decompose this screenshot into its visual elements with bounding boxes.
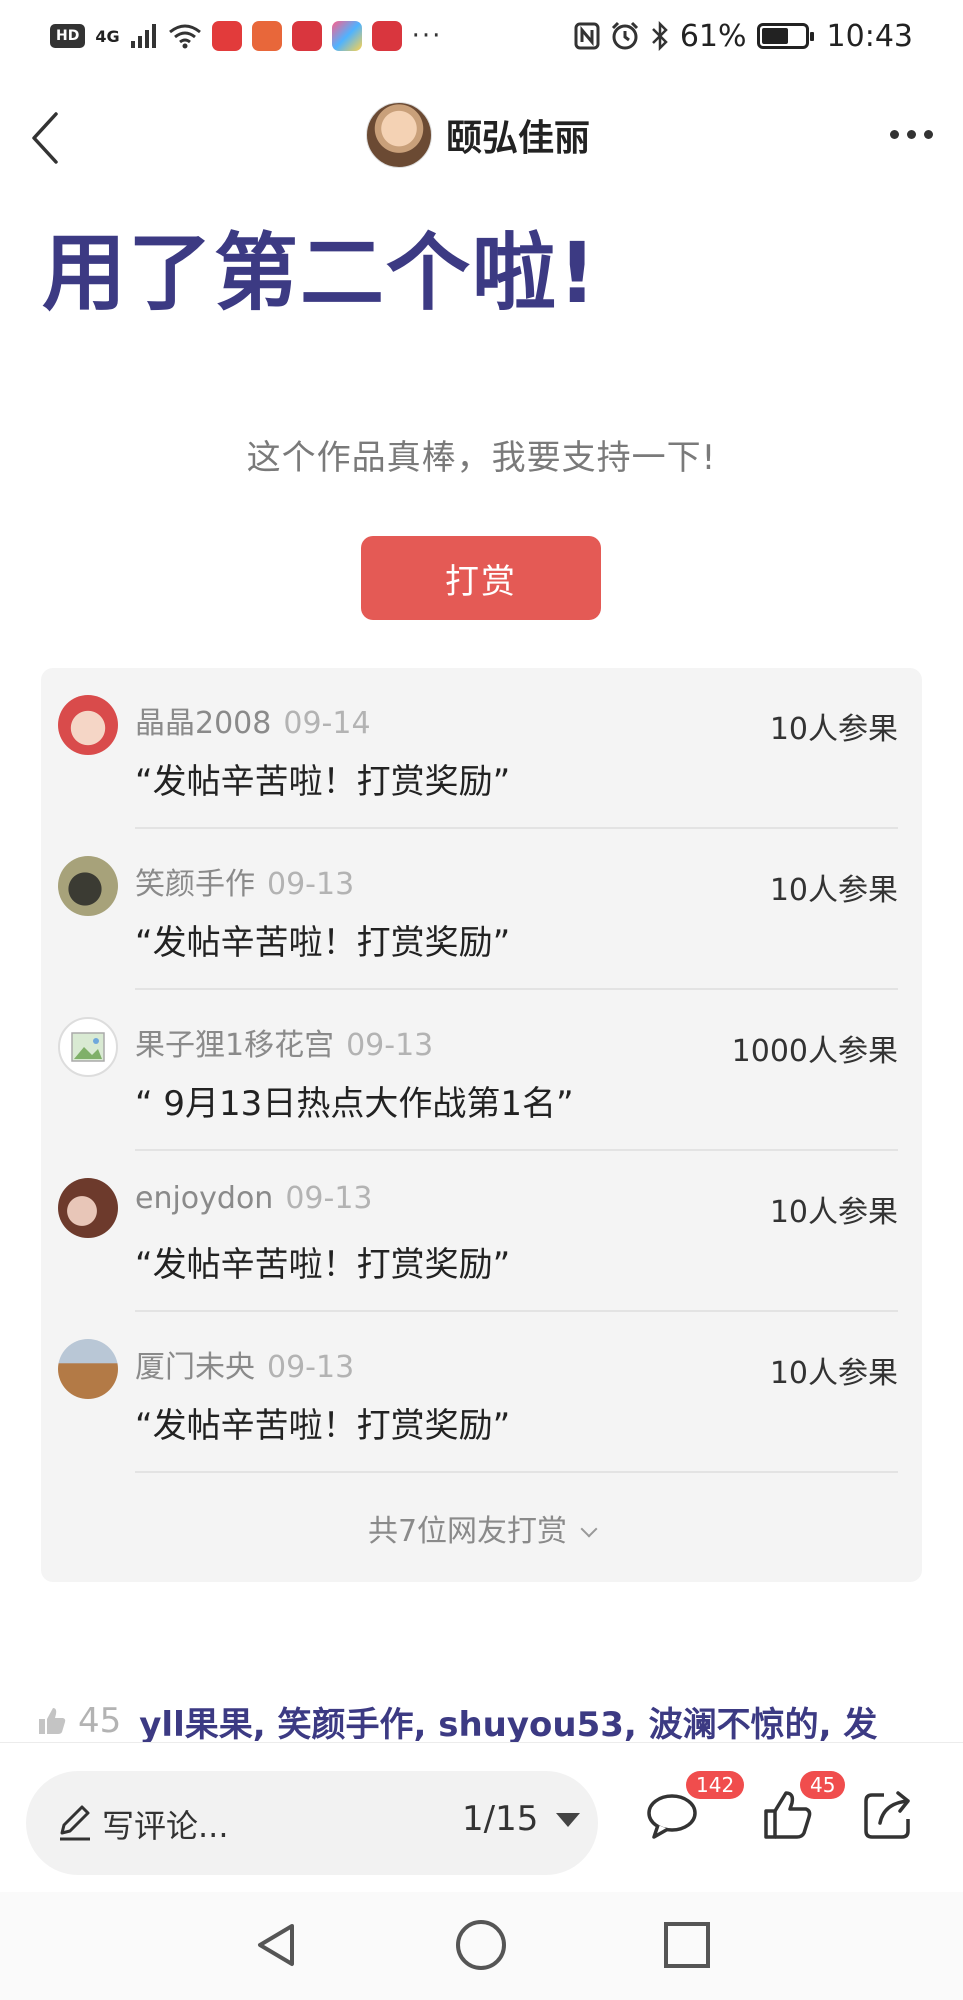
show-all-rewards-link[interactable]: 共7位网友打赏	[41, 1506, 922, 1550]
likers-list[interactable]: yll果果, 笑颜手作, shuyou53, 波澜不惊的, 发	[139, 1697, 877, 1746]
reward-date: 09-13	[267, 867, 355, 902]
user-name[interactable]: enjoydon	[135, 1181, 273, 1216]
battery-icon	[756, 23, 814, 49]
user-avatar[interactable]	[58, 856, 118, 916]
signal-icon	[130, 24, 156, 48]
user-name[interactable]: 笑颜手作	[135, 867, 255, 902]
user-name[interactable]: 厦门未央	[135, 1350, 255, 1385]
post-title: 用了第二个啦!	[42, 224, 599, 322]
user-avatar[interactable]	[58, 1339, 118, 1399]
app-notification-icon	[331, 21, 362, 51]
reward-amount: 10人参果	[769, 712, 898, 747]
status-bar-right: 61% 10:43	[574, 19, 913, 54]
network-indicator: 4G	[95, 26, 120, 46]
reward-row[interactable]: enjoydon 09-13 10人参果 “发帖辛苦啦！打赏奖励”	[41, 1151, 922, 1312]
reward-date: 09-13	[285, 1181, 373, 1216]
divider	[135, 1471, 898, 1473]
comment-count-badge: 142	[686, 1771, 745, 1799]
bluetooth-icon	[651, 21, 668, 51]
caret-down-icon[interactable]	[556, 1813, 580, 1827]
user-avatar[interactable]	[58, 1178, 118, 1238]
reward-amount: 10人参果	[769, 873, 898, 908]
battery-percent: 61%	[679, 18, 747, 54]
reward-message: “发帖辛苦啦！打赏奖励”	[135, 1245, 511, 1285]
nav-home-icon[interactable]	[456, 1920, 506, 1970]
thumbs-up-icon	[39, 1708, 66, 1734]
user-avatar[interactable]	[58, 1017, 118, 1077]
page-indicator[interactable]: 1/15	[462, 1799, 538, 1839]
reward-message: “ 9月13日热点大作战第1名”	[135, 1084, 574, 1124]
alarm-icon	[611, 21, 638, 50]
reward-button[interactable]: 打赏	[361, 536, 601, 620]
author-avatar[interactable]	[366, 102, 432, 168]
reward-date: 09-13	[346, 1028, 434, 1063]
hd-indicator: HD	[50, 24, 86, 48]
user-name[interactable]: 晶晶2008	[135, 706, 271, 741]
broken-image-icon	[71, 1032, 105, 1062]
reward-message: “发帖辛苦啦！打赏奖励”	[135, 923, 511, 963]
app-notification-icon	[251, 21, 282, 51]
likes-summary: 45 yll果果, 笑颜手作, shuyou53, 波澜不惊的, 发	[36, 1696, 936, 1746]
reward-row[interactable]: 晶晶2008 09-14 10人参果 “发帖辛苦啦！打赏奖励”	[41, 668, 922, 829]
reward-amount: 1000人参果	[731, 1034, 898, 1069]
reward-row[interactable]: 厦门未央 09-13 10人参果 “发帖辛苦啦！打赏奖励”	[41, 1312, 922, 1473]
reward-message: “发帖辛苦啦！打赏奖励”	[135, 1406, 511, 1446]
user-avatar[interactable]	[58, 695, 118, 755]
app-notification-icon	[371, 21, 402, 51]
clock: 10:43	[826, 18, 913, 54]
wifi-icon	[168, 24, 201, 49]
reward-date: 09-13	[267, 1350, 355, 1385]
system-nav-bar	[0, 1892, 963, 2000]
reward-row[interactable]: 果子狸1移花宫 09-13 1000人参果 “ 9月13日热点大作战第1名”	[41, 990, 922, 1151]
likes-count: 45	[78, 1701, 122, 1741]
reward-date: 09-14	[283, 706, 371, 741]
post-header: 颐弘佳丽	[0, 90, 963, 180]
more-dots-icon[interactable]	[879, 110, 943, 158]
show-all-rewards-label: 共7位网友打赏	[367, 1514, 568, 1549]
reward-list: 晶晶2008 09-14 10人参果 “发帖辛苦啦！打赏奖励” 笑颜手作 09-13…	[41, 668, 922, 1582]
reward-row[interactable]: 笑颜手作 09-13 10人参果 “发帖辛苦啦！打赏奖励”	[41, 829, 922, 990]
reward-message: “发帖辛苦啦！打赏奖励”	[135, 762, 511, 802]
status-bar-left: HD 4G ···	[50, 21, 442, 51]
app-notification-icon	[291, 21, 322, 51]
comment-placeholder: 写评论...	[102, 1807, 229, 1845]
bottom-action-bar: 写评论... 1/15 142 45	[0, 1742, 963, 1892]
more-notifications: ···	[411, 21, 443, 51]
app-notification-icon	[211, 21, 242, 51]
comment-input[interactable]: 写评论... 1/15	[26, 1771, 598, 1875]
user-name[interactable]: 果子狸1移花宫	[135, 1028, 334, 1063]
author-name[interactable]: 颐弘佳丽	[446, 109, 590, 161]
back-arrow-icon[interactable]	[22, 108, 72, 168]
support-text: 这个作品真棒，我要支持一下!	[246, 438, 717, 478]
reward-amount: 10人参果	[769, 1356, 898, 1391]
like-count-badge: 45	[800, 1771, 846, 1799]
nav-recents-icon[interactable]	[664, 1922, 710, 1968]
chevron-down-icon	[580, 1520, 598, 1538]
author-info[interactable]: 颐弘佳丽	[366, 102, 590, 168]
pencil-icon	[60, 1805, 90, 1841]
share-icon[interactable]	[860, 1787, 916, 1843]
nav-back-icon[interactable]	[252, 1920, 302, 1970]
status-bar: HD 4G ··· 61% 10:43	[0, 0, 963, 72]
reward-amount: 10人参果	[769, 1195, 898, 1230]
nfc-icon	[574, 22, 600, 50]
